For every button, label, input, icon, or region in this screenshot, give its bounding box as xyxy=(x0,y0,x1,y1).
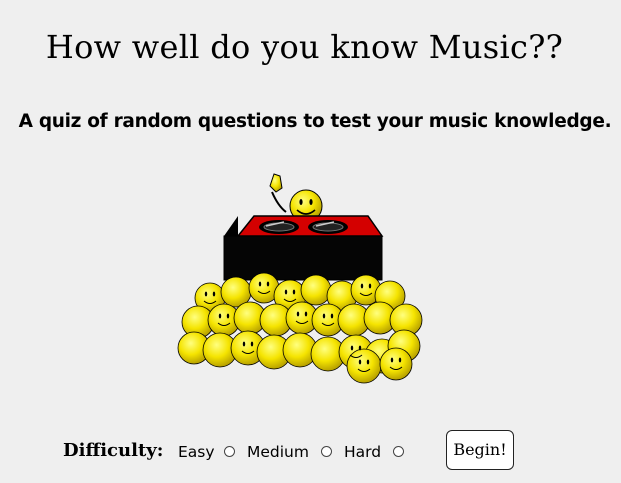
turntable-deck-icon xyxy=(223,215,384,281)
crowd-smileys-icon xyxy=(177,272,423,384)
dj-smiley-crowd-icon xyxy=(168,170,432,390)
difficulty-hard-label: Hard xyxy=(344,443,382,461)
difficulty-hard-radio[interactable] xyxy=(393,446,404,457)
quiz-controls: Difficulty: Easy Medium Hard Begin! xyxy=(0,430,621,472)
difficulty-easy-label: Easy xyxy=(178,443,215,461)
waving-hand-icon xyxy=(269,173,287,213)
page-subtitle: A quiz of random questions to test your … xyxy=(18,111,612,132)
difficulty-medium-label: Medium xyxy=(247,443,309,461)
difficulty-medium-radio[interactable] xyxy=(321,446,332,457)
difficulty-label: Difficulty: xyxy=(63,440,164,461)
page-title: How well do you know Music?? xyxy=(45,28,564,66)
begin-button[interactable]: Begin! xyxy=(446,430,514,470)
difficulty-easy-radio[interactable] xyxy=(224,446,235,457)
